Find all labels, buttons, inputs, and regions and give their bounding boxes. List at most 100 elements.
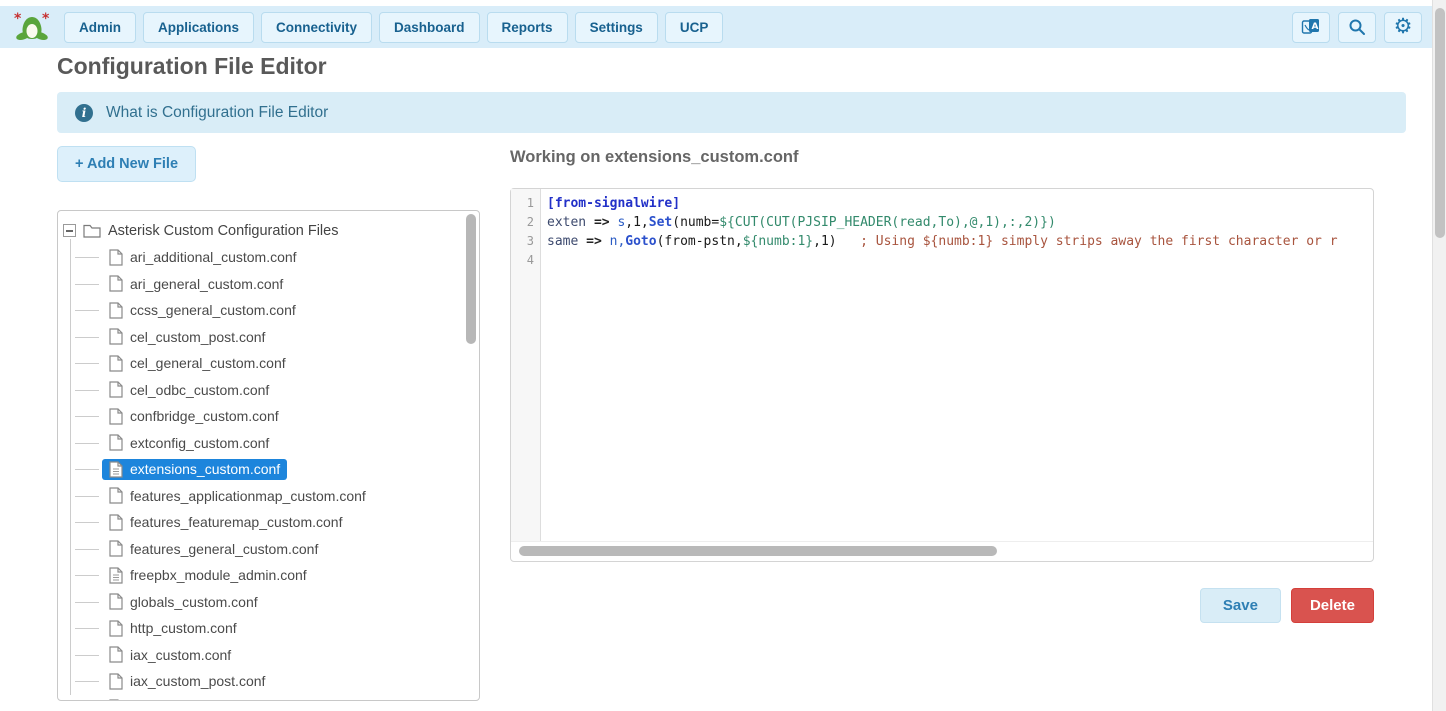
search-button[interactable] (1338, 12, 1376, 43)
tree-file-ari_general_custom.conf[interactable]: ari_general_custom.conf (63, 271, 479, 298)
file-label: http_custom.conf (130, 620, 237, 636)
tree-node: features_applicationmap_custom.conf (102, 485, 373, 506)
code-line: same => n,Goto(from-pstn,${numb:1},1) ; … (547, 232, 1373, 251)
tree-node: confbridge_custom.conf (102, 406, 286, 427)
language-button[interactable]: A (1292, 12, 1330, 43)
tree-file-iax_custom.conf[interactable]: iax_custom.conf (63, 642, 479, 669)
editor-gutter: 1234 (511, 189, 541, 541)
editor-code-area[interactable]: [from-signalwire]exten => s,1,Set(numb=$… (541, 189, 1373, 541)
file-icon (109, 249, 123, 266)
nav-tab-connectivity[interactable]: Connectivity (261, 12, 372, 43)
tree-node: http_custom.conf (102, 618, 244, 639)
tree-file-cel_custom_post.conf[interactable]: cel_custom_post.conf (63, 324, 479, 351)
file-label: iax_custom_post.conf (130, 673, 265, 689)
file-label: features_general_custom.conf (130, 541, 318, 557)
tree-node: iax_custom.conf (102, 644, 238, 665)
tree-file-iax_general_custom.conf[interactable]: iax_general_custom.conf (63, 695, 479, 702)
file-label: cel_custom_post.conf (130, 329, 265, 345)
delete-button[interactable]: Delete (1291, 588, 1374, 623)
file-icon (109, 487, 123, 504)
file-label: features_applicationmap_custom.conf (130, 488, 366, 504)
tree-file-extconfig_custom.conf[interactable]: extconfig_custom.conf (63, 430, 479, 457)
collapse-expander-icon[interactable] (63, 224, 76, 237)
nav-tab-ucp[interactable]: UCP (665, 12, 724, 43)
tree-node: features_general_custom.conf (102, 538, 325, 559)
tree-node: globals_custom.conf (102, 591, 265, 612)
info-banner-text: What is Configuration File Editor (106, 104, 328, 122)
nav-tab-reports[interactable]: Reports (487, 12, 568, 43)
file-icon (109, 355, 123, 372)
navbar-right-icons: A (1292, 12, 1422, 43)
save-button[interactable]: Save (1200, 588, 1281, 623)
line-number: 3 (511, 232, 540, 251)
page-scrollbar-thumb[interactable] (1435, 8, 1445, 238)
file-label: cel_odbc_custom.conf (130, 382, 269, 398)
tree-file-features_applicationmap_custom.conf[interactable]: features_applicationmap_custom.conf (63, 483, 479, 510)
editor-hscrollbar-thumb[interactable] (519, 546, 997, 556)
tree-file-extensions_custom.conf[interactable]: extensions_custom.conf (63, 456, 479, 483)
tree-node: cel_odbc_custom.conf (102, 379, 276, 400)
tree-node: extensions_custom.conf (102, 459, 287, 480)
frog-icon: * * (14, 12, 50, 42)
tree-node: cel_custom_post.conf (102, 326, 272, 347)
file-label: ari_additional_custom.conf (130, 249, 297, 265)
tree-file-confbridge_custom.conf[interactable]: confbridge_custom.conf (63, 403, 479, 430)
tree-file-iax_custom_post.conf[interactable]: iax_custom_post.conf (63, 668, 479, 695)
nav-tab-dashboard[interactable]: Dashboard (379, 12, 480, 43)
tree-node: ari_general_custom.conf (102, 273, 290, 294)
gear-icon (1394, 16, 1413, 38)
navbar: * * AdminApplicationsConnectivityDashboa… (0, 6, 1432, 48)
file-label: freepbx_module_admin.conf (130, 567, 307, 583)
tree-file-globals_custom.conf[interactable]: globals_custom.conf (63, 589, 479, 616)
line-number: 1 (511, 194, 540, 213)
file-tree-panel: Asterisk Custom Configuration Files ari_… (57, 210, 480, 701)
nav-tab-admin[interactable]: Admin (64, 12, 136, 43)
tree-node: iax_custom_post.conf (102, 671, 272, 692)
tree-node: ccss_general_custom.conf (102, 300, 303, 321)
file-icon (109, 408, 123, 425)
add-new-file-label: Add New File (87, 156, 178, 172)
freepbx-logo[interactable]: * * (10, 10, 54, 44)
info-icon (75, 104, 93, 122)
tree-file-freepbx_module_admin.conf[interactable]: freepbx_module_admin.conf (63, 562, 479, 589)
file-label: features_featuremap_custom.conf (130, 514, 342, 530)
file-label: globals_custom.conf (130, 594, 258, 610)
tree-root[interactable]: Asterisk Custom Configuration Files (63, 217, 479, 244)
svg-text:*: * (14, 12, 22, 27)
code-line: [from-signalwire] (547, 194, 1373, 213)
file-icon (109, 646, 123, 663)
tree-file-features_general_custom.conf[interactable]: features_general_custom.conf (63, 536, 479, 563)
file-label: cel_general_custom.conf (130, 355, 286, 371)
tree-scrollbar-thumb[interactable] (466, 214, 476, 344)
tree-root-label: Asterisk Custom Configuration Files (108, 223, 338, 239)
file-label: extensions_custom.conf (130, 461, 280, 477)
tree-file-http_custom.conf[interactable]: http_custom.conf (63, 615, 479, 642)
file-label: extconfig_custom.conf (130, 435, 269, 451)
tree-node: freepbx_module_admin.conf (102, 565, 314, 586)
tree-file-ccss_general_custom.conf[interactable]: ccss_general_custom.conf (63, 297, 479, 324)
file-icon (109, 673, 123, 690)
folder-icon (83, 223, 101, 238)
file-icon (109, 328, 123, 345)
language-icon: A (1301, 17, 1321, 37)
tree-file-ari_additional_custom.conf[interactable]: ari_additional_custom.conf (63, 244, 479, 271)
line-number: 4 (511, 251, 540, 270)
file-icon (109, 434, 123, 451)
page-scrollbar (1432, 0, 1446, 711)
nav-tab-settings[interactable]: Settings (575, 12, 658, 43)
file-icon (109, 381, 123, 398)
settings-button[interactable] (1384, 12, 1422, 43)
add-new-file-button[interactable]: + Add New File (57, 146, 196, 182)
svg-text:*: * (42, 12, 50, 27)
nav-tabs: AdminApplicationsConnectivityDashboardRe… (64, 12, 723, 43)
tree-file-cel_general_custom.conf[interactable]: cel_general_custom.conf (63, 350, 479, 377)
nav-tab-applications[interactable]: Applications (143, 12, 254, 43)
tree-file-features_featuremap_custom.conf[interactable]: features_featuremap_custom.conf (63, 509, 479, 536)
info-banner[interactable]: What is Configuration File Editor (57, 92, 1406, 133)
file-with-text-icon (109, 567, 123, 584)
tree-file-cel_odbc_custom.conf[interactable]: cel_odbc_custom.conf (63, 377, 479, 404)
file-icon (109, 302, 123, 319)
search-icon (1348, 18, 1366, 36)
file-icon (109, 540, 123, 557)
file-icon (109, 620, 123, 637)
